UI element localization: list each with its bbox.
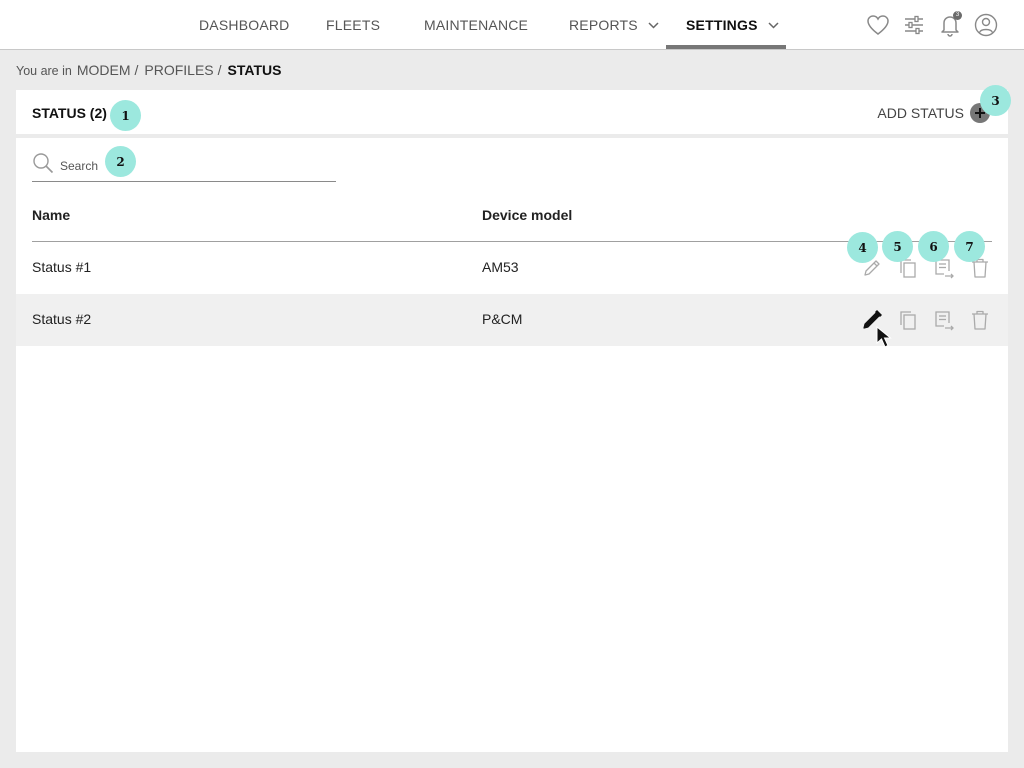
cell-name: Status #1 [32, 259, 92, 275]
breadcrumb-separator: / [217, 62, 222, 78]
breadcrumb-prefix: You are in [16, 64, 72, 78]
user-icon[interactable] [973, 12, 999, 38]
top-navigation: DASHBOARD FLEETS MAINTENANCE REPORTS SET… [0, 0, 1024, 50]
nav-fleets-label: FLEETS [326, 17, 381, 33]
breadcrumb-item-profiles[interactable]: PROFILES [144, 62, 213, 78]
active-tab-indicator [666, 45, 786, 49]
bell-icon[interactable]: 3 [937, 11, 963, 38]
mouse-cursor-icon [876, 325, 900, 357]
nav-dashboard-label: DASHBOARD [199, 17, 290, 33]
chevron-down-icon [768, 21, 779, 29]
cell-device-model: AM53 [482, 259, 519, 275]
breadcrumb: You are in MODEM / PROFILES / STATUS [16, 62, 281, 80]
column-header-name[interactable]: Name [32, 207, 70, 223]
search-input[interactable] [60, 158, 300, 173]
nav-settings-label: SETTINGS [686, 17, 758, 33]
nav-maintenance[interactable]: MAINTENANCE [424, 0, 528, 50]
table-row[interactable]: Status #2 P&CM [16, 294, 1008, 346]
search-field[interactable] [32, 150, 336, 182]
nav-reports-label: REPORTS [569, 17, 638, 33]
delete-icon[interactable] [966, 306, 994, 334]
page-title: STATUS (2) [32, 105, 107, 121]
annotation-marker: 7 [954, 231, 985, 262]
annotation-marker: 2 [105, 146, 136, 177]
heart-icon[interactable] [865, 12, 891, 38]
status-table-card: Name Device model Status #1 AM53 Status … [16, 138, 1008, 752]
annotation-marker: 3 [980, 85, 1011, 116]
breadcrumb-separator: / [134, 62, 139, 78]
breadcrumb-current: STATUS [227, 62, 282, 78]
annotation-marker: 1 [110, 100, 141, 131]
nav-dashboard[interactable]: DASHBOARD [199, 0, 289, 50]
breadcrumb-item-modem[interactable]: MODEM [77, 62, 131, 78]
nav-reports[interactable]: REPORTS [569, 0, 659, 50]
annotation-marker: 6 [918, 231, 949, 262]
annotation-marker: 4 [847, 232, 878, 263]
column-header-device-model[interactable]: Device model [482, 207, 572, 223]
notification-badge: 3 [953, 11, 962, 20]
chevron-down-icon [648, 21, 659, 29]
assign-icon[interactable] [930, 306, 958, 334]
add-status-button[interactable]: ADD STATUS [877, 102, 990, 124]
cell-device-model: P&CM [482, 311, 523, 327]
search-icon [32, 152, 54, 179]
nav-maintenance-label: MAINTENANCE [424, 17, 529, 33]
nav-fleets[interactable]: FLEETS [326, 0, 380, 50]
add-status-label: ADD STATUS [877, 105, 964, 121]
sliders-icon[interactable] [901, 12, 927, 38]
cell-name: Status #2 [32, 311, 92, 327]
card-header: STATUS (2) ADD STATUS [16, 90, 1008, 134]
annotation-marker: 5 [882, 231, 913, 262]
nav-settings[interactable]: SETTINGS [686, 0, 779, 50]
